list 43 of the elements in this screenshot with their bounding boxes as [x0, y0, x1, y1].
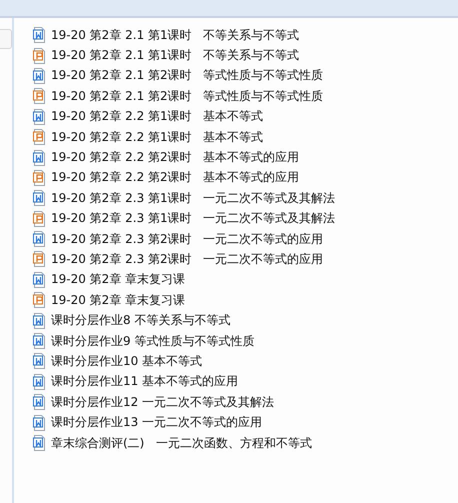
- file-name[interactable]: 19-20 第2章 2.3 第2课时 一元二次不等式的应用: [51, 230, 324, 248]
- file-name[interactable]: 课时分层作业9 等式性质与不等式性质: [51, 332, 254, 350]
- file-name[interactable]: 19-20 第2章 章末复习课: [51, 292, 186, 309]
- file-name[interactable]: 19-20 第2章 2.1 第1课时 不等关系与不等式: [51, 26, 300, 44]
- slides-document-icon: [32, 48, 46, 64]
- file-name[interactable]: 章末综合测评(二) 一元二次函数、方程和不等式: [51, 434, 312, 452]
- word-document-icon: [32, 27, 46, 44]
- word-document-icon: [32, 374, 46, 390]
- slides-document-icon: [32, 88, 46, 104]
- file-name[interactable]: 课时分层作业13 一元二次不等式的应用: [51, 414, 262, 432]
- file-name[interactable]: 课时分层作业8 不等关系与不等式: [51, 312, 230, 330]
- file-name[interactable]: 19-20 第2章 2.1 第2课时 等式性质与不等式性质: [51, 67, 324, 84]
- slides-document-icon: [32, 292, 46, 308]
- word-document-icon: [32, 272, 46, 288]
- file-name[interactable]: 19-20 第2章 2.1 第2课时 等式性质与不等式性质: [51, 88, 324, 105]
- word-document-icon: [32, 394, 46, 410]
- slides-document-icon: [32, 129, 46, 146]
- file-name[interactable]: 课时分层作业10 基本不等式: [51, 352, 202, 370]
- word-document-icon: [32, 414, 46, 431]
- file-name[interactable]: 19-20 第2章 2.3 第1课时 一元二次不等式及其解法: [51, 190, 336, 207]
- file-name[interactable]: 19-20 第2章 2.2 第2课时 基本不等式的应用: [51, 149, 300, 166]
- word-document-icon: [32, 150, 46, 166]
- word-document-icon: [32, 312, 46, 329]
- word-document-icon: [32, 190, 46, 206]
- file-name[interactable]: 19-20 第2章 2.1 第1课时 不等关系与不等式: [51, 47, 300, 64]
- file-name[interactable]: 19-20 第2章 2.3 第2课时 一元二次不等式的应用: [51, 250, 324, 268]
- slides-document-icon: [32, 251, 46, 268]
- nav-item[interactable]: [0, 29, 12, 49]
- file-name[interactable]: 19-20 第2章 2.3 第1课时 一元二次不等式及其解法: [51, 210, 336, 228]
- slides-document-icon: [32, 170, 46, 186]
- word-document-icon: [32, 108, 46, 125]
- word-document-icon: [32, 231, 46, 248]
- word-document-icon: [32, 333, 46, 350]
- word-document-icon: [32, 68, 46, 84]
- file-name[interactable]: 19-20 第2章 2.2 第1课时 基本不等式: [51, 108, 264, 126]
- file-name[interactable]: 19-20 第2章 2.2 第1课时 基本不等式: [51, 128, 264, 146]
- word-document-icon: [32, 353, 46, 370]
- word-document-icon: [32, 435, 46, 451]
- file-name[interactable]: 课时分层作业12 一元二次不等式及其解法: [51, 394, 274, 411]
- file-name[interactable]: 课时分层作业11 基本不等式的应用: [51, 373, 238, 390]
- slides-document-icon: [32, 210, 46, 227]
- file-name[interactable]: 19-20 第2章 章末复习课: [51, 271, 186, 288]
- file-name[interactable]: 19-20 第2章 2.2 第2课时 基本不等式的应用: [51, 169, 300, 186]
